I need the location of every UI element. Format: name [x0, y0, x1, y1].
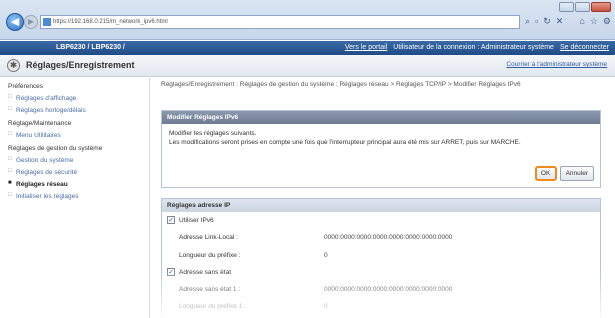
back-arrow-icon[interactable]: ◀	[6, 13, 24, 31]
stateless-checkbox[interactable]: ✓	[167, 268, 175, 276]
window-controls	[559, 2, 611, 12]
sidebar-group-system: Réglages de gestion du système	[8, 145, 103, 152]
stop-icon[interactable]: ✕	[556, 16, 564, 27]
use-ipv6-row: ✓ Utiliser IPv6	[162, 214, 600, 227]
prefix-value: 0	[324, 252, 328, 259]
sidebar-item-system-management[interactable]: Gestion du système	[8, 156, 149, 164]
stateless-label: Adresse sans état	[179, 269, 232, 276]
main-content: Réglages/Enregistrement : Réglages de ge…	[161, 80, 601, 318]
sidebar-group-preferences: Préférences	[8, 83, 44, 90]
browser-toolbar: ⌂ ☆ ⚙	[579, 16, 611, 27]
sidebar-item-reset[interactable]: Initialiser les réglages	[8, 192, 149, 200]
stateless-row: ✓ Adresse sans état	[162, 266, 600, 279]
modify-panel: Modifier Réglages IPv6 Modifier les régl…	[161, 110, 601, 188]
modify-message: Modifier les réglages suivants. Les modi…	[162, 124, 600, 151]
link-local-label: Adresse Link-Local :	[179, 234, 238, 241]
prefix-label: Longueur du préfixe :	[179, 252, 241, 259]
favicon-icon	[43, 18, 51, 26]
favorites-icon[interactable]: ☆	[590, 16, 598, 27]
sidebar-group-maintenance: Réglage/Maintenance	[8, 120, 72, 127]
lock-icon[interactable]: ▫	[535, 16, 538, 27]
use-ipv6-label: Utiliser IPv6	[179, 217, 214, 224]
portal-link[interactable]: Vers le portail	[345, 44, 387, 51]
modify-message-line2: Les modifications seront prises en compt…	[169, 138, 521, 146]
page-title: Réglages/Enregistrement	[26, 60, 135, 70]
stateless1-value: 0000:0000:0000:0000:0000:0000:0000:0000	[324, 286, 453, 293]
ip-settings-panel: Réglages adresse IP ✓ Utiliser IPv6 Adre…	[161, 198, 601, 318]
minimize-icon[interactable]	[559, 2, 574, 12]
ok-button[interactable]: OK	[534, 166, 557, 181]
sidebar-item-security[interactable]: Réglages de sécurité	[8, 168, 149, 176]
prefix1-value: 0	[324, 303, 328, 310]
stateless1-label: Adresse sans état 1 :	[179, 286, 241, 293]
sidebar: Préférences Réglages d'affichage Réglage…	[0, 78, 150, 318]
forward-arrow-icon[interactable]: ▶	[24, 15, 38, 29]
home-icon[interactable]: ⌂	[579, 16, 584, 27]
link-local-row: Adresse Link-Local : 0000:0000:0000:0000…	[162, 231, 600, 244]
modify-panel-title: Modifier Réglages IPv6	[162, 111, 600, 124]
browser-chrome: ◀ ▶ https://192.168.0.215/m_network_ipv6…	[0, 0, 615, 40]
action-buttons: OK Annuler	[534, 166, 594, 181]
prefix1-row: Longueur du préfixe 1 : 0	[162, 300, 600, 313]
link-local-value: 0000:0000:0000:0000:0000:0000:0000:0000	[324, 234, 453, 241]
login-user: Utilisateur de la connexion : Administra…	[393, 44, 554, 51]
search-icon[interactable]: ⌕	[525, 16, 530, 27]
stateless1-row: Adresse sans état 1 : 0000:0000:0000:000…	[162, 283, 600, 296]
breadcrumb: Réglages/Enregistrement : Réglages de ge…	[161, 81, 521, 88]
cancel-button[interactable]: Annuler	[559, 166, 594, 181]
mail-admin-link[interactable]: Courrier à l'administrateur système	[506, 61, 607, 68]
logout-link[interactable]: Se déconnecter	[560, 44, 609, 51]
device-name: LBP6230 / LBP6230 /	[56, 44, 125, 51]
maximize-icon[interactable]	[575, 2, 590, 12]
device-header: LBP6230 / LBP6230 / Vers le portail Util…	[0, 41, 615, 55]
sidebar-item-utilities[interactable]: Menu Utilitaires	[8, 131, 149, 139]
use-ipv6-checkbox[interactable]: ✓	[167, 216, 175, 224]
ip-panel-title: Réglages adresse IP	[162, 199, 600, 212]
address-bar[interactable]: https://192.168.0.215/m_network_ipv6.htm…	[40, 15, 520, 29]
refresh-icon[interactable]: ↻	[543, 16, 551, 27]
settings-icon[interactable]: ⚙	[603, 16, 611, 27]
sidebar-item-network[interactable]: Réglages réseau	[8, 180, 149, 188]
address-tools: ⌕ ▫ ↻ ✕	[525, 16, 563, 27]
prefix1-label: Longueur du préfixe 1 :	[179, 303, 246, 310]
settings-gear-icon: ✱	[7, 59, 20, 72]
page-title-row: ✱ Réglages/Enregistrement Courrier à l'a…	[0, 55, 615, 77]
window-close-icon[interactable]	[591, 2, 611, 12]
url-text: https://192.168.0.215/m_network_ipv6.htm…	[53, 19, 168, 25]
sidebar-item-clock[interactable]: Réglages horloge/délais	[8, 106, 149, 114]
modify-message-line1: Modifier les réglages suivants.	[169, 130, 257, 137]
prefix-row: Longueur du préfixe : 0	[162, 249, 600, 262]
sidebar-item-display[interactable]: Réglages d'affichage	[8, 94, 149, 102]
